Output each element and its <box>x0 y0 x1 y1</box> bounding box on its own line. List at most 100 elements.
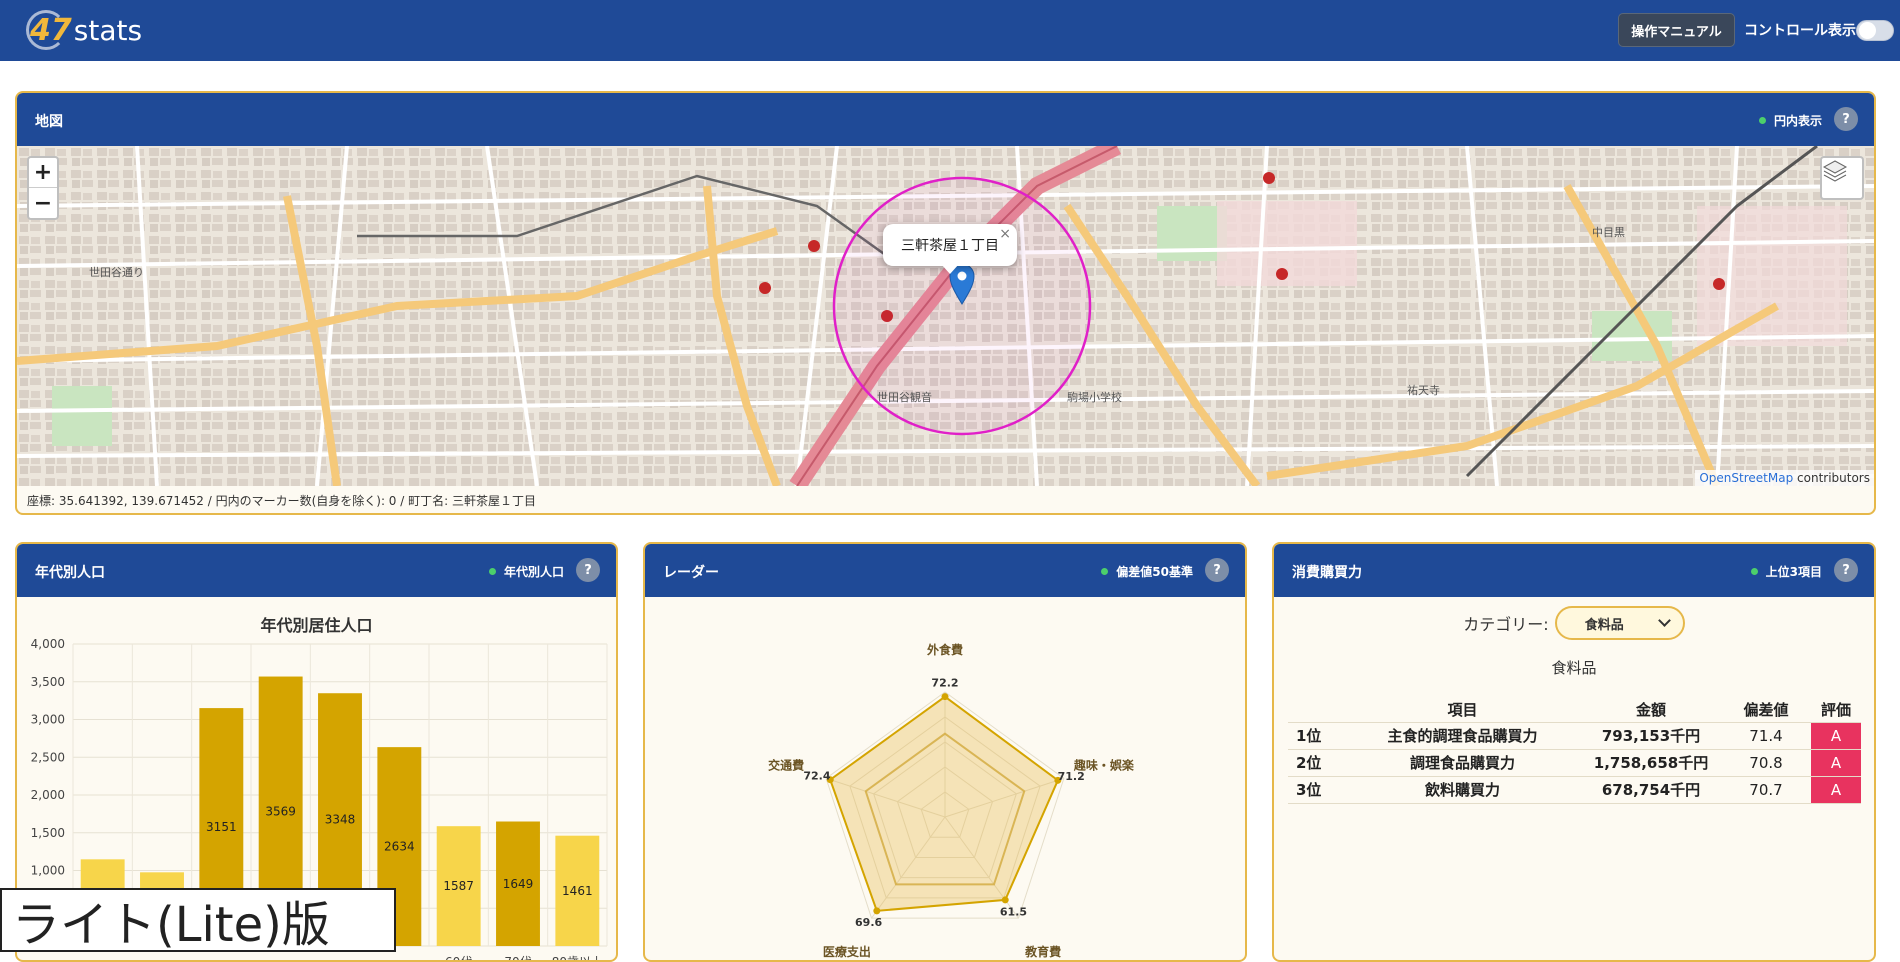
header-amount: 金額 <box>1581 698 1721 723</box>
radar-point <box>1001 896 1009 904</box>
map-canvas[interactable]: 世田谷通り 駒場小学校 中目黒 祐天寺 世田谷観音 + − 三軒茶屋１丁目 × … <box>17 146 1874 486</box>
row-deviation: 71.4 <box>1721 722 1811 750</box>
age-help-icon[interactable]: ? <box>576 558 600 582</box>
bar-value-label: 3151 <box>206 820 237 834</box>
map-panel-title: 地図 <box>35 114 63 130</box>
row-rank: 3位 <box>1288 776 1344 804</box>
y-tick-label: 1,000 <box>31 864 65 878</box>
radar-point <box>941 693 949 701</box>
status-dot-icon <box>1758 117 1766 124</box>
row-deviation: 70.7 <box>1721 776 1811 804</box>
radar-panel: レーダー 偏差値50基準 ? 72.2 外食費 71.2 趣味・娯楽 61.5 教育費 69… <box>643 542 1247 962</box>
control-display-toggle[interactable] <box>1856 20 1894 41</box>
header-grade: 評価 <box>1811 698 1861 723</box>
radar-chart: 72.2外食費71.2趣味・娯楽61.5教育費69.6医療支出72.4交通費 <box>768 642 1135 959</box>
radar-area <box>829 695 1060 912</box>
app-logo[interactable]: 47 stats <box>26 8 143 52</box>
y-tick-label: 2,000 <box>31 788 65 802</box>
zoom-out-button[interactable]: − <box>29 188 57 218</box>
radar-axis-label: 外食費 <box>927 642 963 657</box>
row-grade-badge: A <box>1811 776 1861 804</box>
y-tick-label: 3,500 <box>31 675 65 689</box>
zoom-in-button[interactable]: + <box>29 158 57 188</box>
radar-value-label: 69.6 <box>855 916 882 929</box>
top-navbar: 47 stats 操作マニュアル コントロール表示 <box>0 0 1900 61</box>
chevron-down-icon <box>1657 614 1671 627</box>
row-item: 飲料購買力 <box>1344 776 1581 804</box>
layers-button[interactable] <box>1820 156 1864 200</box>
bar-value-label: 2634 <box>384 840 415 854</box>
age-panel-title: 年代別人口 <box>35 565 105 581</box>
attribution-contributors: contributors <box>1793 471 1870 485</box>
radar-help-icon[interactable]: ? <box>1205 558 1229 582</box>
map-panel-tag-label: 円内表示 <box>1773 114 1822 128</box>
row-deviation: 70.8 <box>1721 749 1811 777</box>
layers-icon <box>1822 160 1848 182</box>
table-row: 1位 主食的調理食品購買力 793,153千円 71.4 A <box>1288 722 1861 750</box>
logo-ring-icon <box>26 10 66 50</box>
lite-version-badge: ライト(Lite)版 <box>0 888 396 953</box>
bar-value-label: 3348 <box>325 813 356 827</box>
table-header-row: 項目 金額 偏差値 評価 <box>1288 698 1861 723</box>
zoom-control: + − <box>27 156 59 220</box>
age-panel-tag-label: 年代別人口 <box>503 565 564 579</box>
category-row: カテゴリー: 食料品 <box>1274 606 1874 640</box>
popup-tip <box>941 264 959 274</box>
row-amount: 678,754千円 <box>1581 776 1721 804</box>
row-grade-badge: A <box>1811 722 1861 750</box>
bar-value-label: 1461 <box>562 884 593 898</box>
header-rank <box>1288 698 1344 723</box>
radar-axis-label: 交通費 <box>768 757 804 772</box>
x-tick-label: 60代 <box>445 955 472 962</box>
header-item: 項目 <box>1344 698 1581 723</box>
status-dot-icon <box>1101 568 1109 575</box>
spend-panel-tag: 上位3項目 <box>1750 563 1822 580</box>
age-panel-tag: 年代別人口 <box>488 563 564 580</box>
radar-panel-title: レーダー <box>663 565 719 581</box>
row-amount: 1,758,658千円 <box>1581 749 1721 777</box>
y-tick-label: 4,000 <box>31 637 65 651</box>
manual-button[interactable]: 操作マニュアル <box>1618 13 1735 47</box>
map-status-text: 座標: 35.641392, 139.671452 / 円内のマーカー数(自身を… <box>27 494 536 508</box>
row-rank: 1位 <box>1288 722 1344 750</box>
category-select[interactable]: 食料品 <box>1554 606 1685 640</box>
y-tick-label: 1,500 <box>31 826 65 840</box>
row-item: 調理食品購買力 <box>1344 749 1581 777</box>
category-label: カテゴリー: <box>1463 615 1549 634</box>
radar-point <box>873 907 881 915</box>
svg-text:駒場小学校: 駒場小学校 <box>1067 390 1122 404</box>
svg-text:世田谷通り: 世田谷通り <box>89 266 144 279</box>
radar-value-label: 61.5 <box>1000 905 1027 918</box>
row-grade-badge: A <box>1811 749 1861 777</box>
spend-rank-table: 項目 金額 偏差値 評価 1位 主食的調理食品購買力 793,153千円 71.… <box>1288 698 1861 804</box>
table-row: 3位 飲料購買力 678,754千円 70.7 A <box>1288 776 1861 804</box>
y-tick-label: 3,000 <box>31 713 65 727</box>
radar-value-label: 72.2 <box>931 677 958 690</box>
row-item: 主食的調理食品購買力 <box>1344 722 1581 750</box>
toggle-knob <box>1859 22 1876 39</box>
bar-value-label: 1587 <box>443 879 474 893</box>
map-help-icon[interactable]: ? <box>1834 107 1858 131</box>
svg-text:世田谷観音: 世田谷観音 <box>877 390 932 404</box>
map-panel-header: 地図 円内表示 ? <box>17 93 1874 146</box>
spend-panel-title: 消費購買力 <box>1292 565 1362 581</box>
map-panel: 地図 円内表示 ? 世田谷通り 駒場小学校 中目黒 祐天寺 世田谷観音 + − … <box>15 91 1876 515</box>
svg-text:中目黒: 中目黒 <box>1592 226 1625 239</box>
table-row: 2位 調理食品購買力 1,758,658千円 70.8 A <box>1288 749 1861 777</box>
x-tick-label: 70代 <box>504 955 531 962</box>
row-rank: 2位 <box>1288 749 1344 777</box>
spending-power-panel: 消費購買力 上位3項目 ? カテゴリー: 食料品 食料品 項目 金額 偏差値 評… <box>1272 542 1876 962</box>
popup-text: 三軒茶屋１丁目 <box>901 238 999 254</box>
logo-word: stats <box>73 13 143 47</box>
radar-panel-tag: 偏差値50基準 <box>1101 563 1193 580</box>
map-popup: 三軒茶屋１丁目 × <box>883 224 1017 274</box>
map-attribution: OpenStreetMap contributors <box>1695 470 1874 486</box>
x-tick-label: 80歳以上 <box>552 955 603 962</box>
osm-link[interactable]: OpenStreetMap <box>1699 471 1793 485</box>
spend-help-icon[interactable]: ? <box>1834 558 1858 582</box>
map-panel-tag: 円内表示 <box>1758 112 1822 129</box>
radar-panel-header: レーダー 偏差値50基準 ? <box>645 544 1245 597</box>
status-dot-icon <box>1750 568 1758 575</box>
popup-close-icon[interactable]: × <box>999 226 1011 242</box>
radar-value-label: 72.4 <box>803 769 830 782</box>
